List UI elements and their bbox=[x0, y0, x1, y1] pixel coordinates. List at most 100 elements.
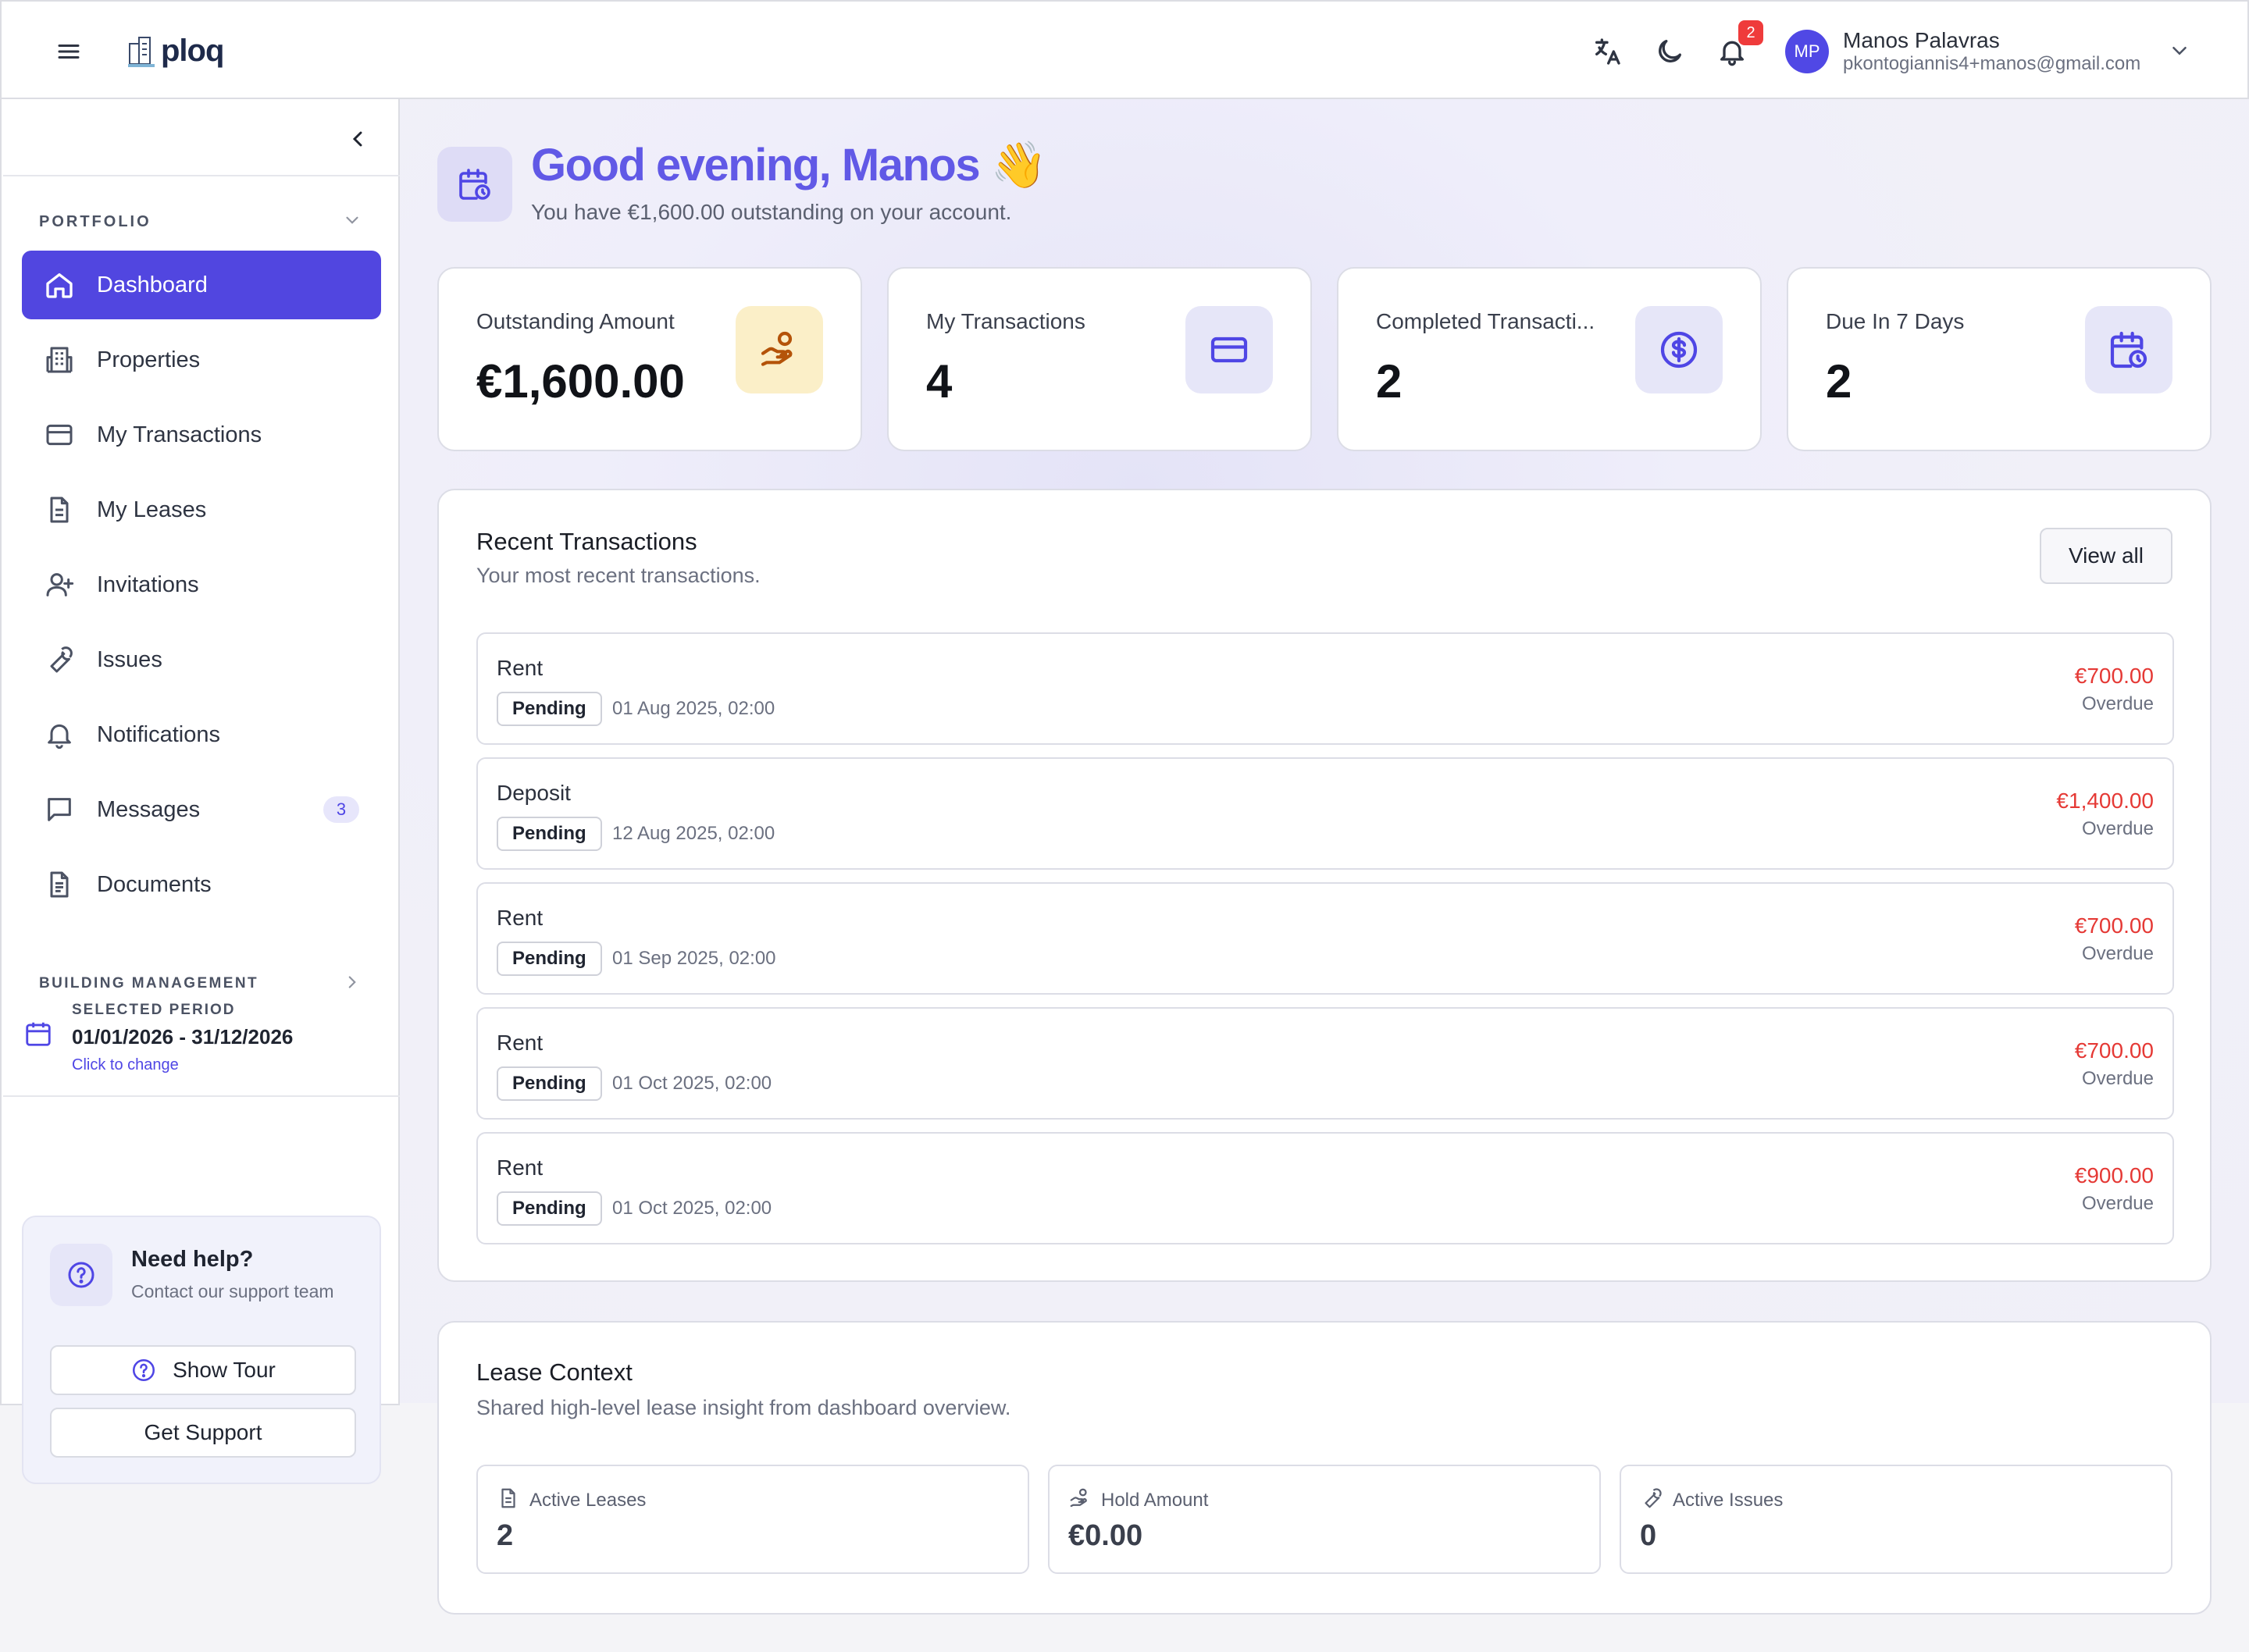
stat-label: Due In 7 Days bbox=[1826, 309, 1965, 333]
help-subtitle: Contact our support team bbox=[131, 1281, 334, 1301]
sidebar-item-label: Messages bbox=[97, 796, 201, 822]
sidebar-item-dashboard[interactable]: Dashboard bbox=[22, 251, 381, 319]
status-badge: Pending bbox=[497, 817, 602, 851]
sidebar-item-notifications[interactable]: Notifications bbox=[22, 700, 381, 769]
transaction-row[interactable]: Rent Pending 01 Sep 2025, 02:00 €700.00 … bbox=[476, 882, 2174, 995]
stat-card-due-7-days: Due In 7 Days 2 bbox=[1787, 267, 2212, 451]
calendar-icon[interactable] bbox=[23, 1019, 53, 1049]
view-all-button[interactable]: View all bbox=[2040, 528, 2172, 584]
lease-card-value: 0 bbox=[1640, 1519, 1657, 1552]
selected-period-value[interactable]: 01/01/2026 - 31/12/2026 bbox=[72, 1025, 293, 1049]
building-management-label: BUILDING MANAGEMENT bbox=[39, 975, 258, 992]
sidebar-item-invitations[interactable]: Invitations bbox=[22, 550, 381, 619]
get-support-button[interactable]: Get Support bbox=[50, 1408, 356, 1458]
sidebar-item-my-transactions[interactable]: My Transactions bbox=[22, 401, 381, 469]
sidebar-item-messages[interactable]: Messages 3 bbox=[22, 775, 381, 844]
transaction-row[interactable]: Rent Pending 01 Aug 2025, 02:00 €700.00 … bbox=[476, 632, 2174, 745]
user-email: pkontogiannis4+manos@gmail.com bbox=[1843, 53, 2141, 74]
chevron-down-icon[interactable] bbox=[342, 210, 362, 230]
sidebar: PORTFOLIO Dashboard Properties My Transa… bbox=[0, 99, 400, 1484]
transaction-date: 01 Oct 2025, 02:00 bbox=[612, 1073, 772, 1094]
transaction-status: Overdue bbox=[2081, 1193, 2154, 1214]
transaction-status: Overdue bbox=[2081, 1068, 2154, 1089]
stat-value: €1,600.00 bbox=[476, 355, 685, 408]
sidebar-item-label: My Leases bbox=[97, 497, 207, 522]
sidebar-item-label: Properties bbox=[97, 347, 201, 372]
stat-value: 4 bbox=[926, 355, 953, 408]
transaction-status: Overdue bbox=[2081, 693, 2154, 714]
help-icon-box bbox=[50, 1244, 112, 1306]
home-icon bbox=[46, 273, 73, 298]
app-logo[interactable]: ploq bbox=[127, 31, 224, 70]
translate-icon[interactable] bbox=[1591, 36, 1623, 67]
transaction-amount: €700.00 bbox=[2074, 913, 2154, 938]
stat-label: My Transactions bbox=[926, 309, 1085, 333]
lease-card-label: Hold Amount bbox=[1101, 1490, 1209, 1511]
lease-context-panel: Lease Context Shared high-level lease in… bbox=[437, 1321, 2212, 1615]
question-circle-icon bbox=[68, 1262, 94, 1288]
status-badge: Pending bbox=[497, 942, 602, 976]
avatar[interactable]: MP bbox=[1785, 30, 1829, 73]
panel-subtitle: Your most recent transactions. bbox=[476, 564, 761, 587]
show-tour-button[interactable]: Show Tour bbox=[50, 1345, 356, 1395]
sidebar-item-documents[interactable]: Documents bbox=[22, 850, 381, 919]
stat-card-completed: Completed Transacti... 2 bbox=[1337, 267, 1762, 451]
menu-icon[interactable] bbox=[55, 37, 83, 66]
hand-coins-icon bbox=[1070, 1488, 1087, 1508]
help-title: Need help? bbox=[131, 1247, 254, 1272]
lease-card-active-issues: Active Issues 0 bbox=[1620, 1465, 2172, 1574]
credit-card-icon bbox=[1185, 306, 1273, 393]
transaction-title: Rent bbox=[497, 656, 544, 680]
panel-subtitle: Shared high-level lease insight from das… bbox=[476, 1396, 1011, 1419]
stat-label: Outstanding Amount bbox=[476, 309, 675, 333]
transaction-amount: €1,400.00 bbox=[2056, 789, 2154, 813]
transaction-row[interactable]: Deposit Pending 12 Aug 2025, 02:00 €1,40… bbox=[476, 757, 2174, 870]
transaction-date: 01 Sep 2025, 02:00 bbox=[612, 948, 776, 969]
transaction-row[interactable]: Rent Pending 01 Oct 2025, 02:00 €900.00 … bbox=[476, 1132, 2174, 1244]
user-plus-icon bbox=[46, 573, 74, 596]
transaction-row[interactable]: Rent Pending 01 Oct 2025, 02:00 €700.00 … bbox=[476, 1007, 2174, 1120]
calendar-clock-icon bbox=[459, 169, 490, 200]
sidebar-item-label: Issues bbox=[97, 646, 162, 672]
transaction-amount: €900.00 bbox=[2074, 1163, 2154, 1187]
logo-icon bbox=[128, 37, 155, 67]
question-circle-icon bbox=[133, 1358, 155, 1382]
transaction-title: Rent bbox=[497, 906, 544, 930]
sidebar-item-my-leases[interactable]: My Leases bbox=[22, 475, 381, 544]
chevron-down-icon[interactable] bbox=[2168, 39, 2191, 62]
transaction-title: Rent bbox=[497, 1155, 544, 1180]
top-bar: ploq 2 MP Manos Palavras pkontogiannis4+… bbox=[0, 0, 2249, 99]
stat-label: Completed Transacti... bbox=[1376, 309, 1595, 333]
sidebar-item-label: Notifications bbox=[97, 721, 220, 747]
help-card: Need help? Contact our support team Show… bbox=[22, 1216, 381, 1484]
lease-card-active-leases: Active Leases 2 bbox=[476, 1465, 1029, 1574]
sidebar-divider bbox=[3, 1095, 400, 1097]
portfolio-section-label: PORTFOLIO bbox=[39, 213, 151, 230]
notification-badge: 2 bbox=[1738, 20, 1763, 45]
messages-count-badge: 3 bbox=[323, 796, 359, 823]
recent-transactions-panel: Recent Transactions Your most recent tra… bbox=[437, 489, 2212, 1282]
logo-text: ploq bbox=[161, 33, 224, 68]
stat-card-my-transactions: My Transactions 4 bbox=[887, 267, 1312, 451]
document-icon bbox=[50, 497, 69, 523]
user-name: Manos Palavras bbox=[1843, 28, 2000, 52]
lease-card-value: €0.00 bbox=[1068, 1519, 1143, 1552]
document-icon bbox=[501, 1488, 515, 1508]
lease-card-label: Active Leases bbox=[529, 1490, 647, 1511]
transaction-status: Overdue bbox=[2081, 943, 2154, 964]
get-support-label: Get Support bbox=[144, 1420, 262, 1444]
chevron-right-icon[interactable] bbox=[342, 972, 362, 992]
sidebar-item-properties[interactable]: Properties bbox=[22, 326, 381, 394]
panel-title: Recent Transactions bbox=[476, 528, 697, 555]
sidebar-item-label: Dashboard bbox=[97, 272, 208, 297]
moon-icon[interactable] bbox=[1654, 36, 1685, 67]
sidebar-item-issues[interactable]: Issues bbox=[22, 625, 381, 694]
collapse-sidebar-icon[interactable] bbox=[345, 126, 370, 151]
credit-card-icon bbox=[46, 424, 73, 446]
stat-value: 2 bbox=[1826, 355, 1852, 408]
change-period-link[interactable]: Click to change bbox=[72, 1056, 179, 1074]
greeting-title: Good evening, Manos 👋 bbox=[531, 140, 1047, 190]
transaction-date: 01 Aug 2025, 02:00 bbox=[612, 698, 775, 719]
message-icon bbox=[48, 798, 71, 821]
wrench-icon bbox=[1645, 1488, 1662, 1508]
